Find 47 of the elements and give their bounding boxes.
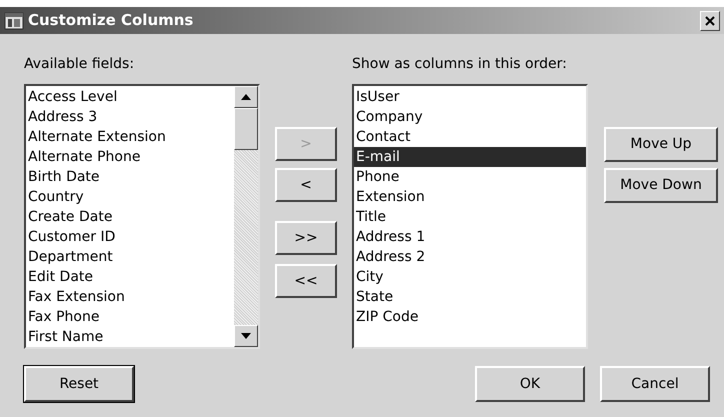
list-item[interactable]: City — [354, 267, 586, 287]
list-item[interactable]: First Name — [26, 327, 234, 347]
columns-list[interactable]: IsUser Company Contact E-mail Phone Extension Title Address 1 Address 2 City State ZIP Code — [352, 84, 588, 349]
list-item[interactable]: State — [354, 287, 586, 307]
list-item[interactable]: Alternate Extension — [26, 127, 234, 147]
down-arrow-icon — [241, 333, 251, 339]
list-item[interactable]: Edit Date — [26, 267, 234, 287]
scroll-down-button[interactable] — [234, 325, 258, 347]
list-item[interactable]: IsUser — [354, 87, 586, 107]
window-title: Customize Columns — [28, 10, 194, 32]
move-up-button[interactable]: Move Up — [604, 127, 718, 162]
list-item[interactable]: Address 1 — [354, 227, 586, 247]
list-item[interactable]: Fax Extension — [26, 287, 234, 307]
list-item[interactable]: Department — [26, 247, 234, 267]
list-item[interactable]: Country — [26, 187, 234, 207]
columns-order-label: Show as columns in this order: — [352, 55, 568, 74]
scroll-up-button[interactable] — [234, 86, 258, 108]
reset-button[interactable]: Reset — [24, 366, 134, 402]
cancel-button[interactable]: Cancel — [600, 366, 710, 402]
list-item[interactable]: Create Date — [26, 207, 234, 227]
close-icon — [705, 16, 715, 26]
transfer-button[interactable]: < — [275, 168, 337, 202]
available-fields-list[interactable]: Access Level Address 3 Alternate Extension Alternate Phone Birth Date Country Create Date Customer ID Department Edit Date Fax Extension Fax Phone First Name — [24, 84, 260, 349]
list-item[interactable]: Access Level — [26, 87, 234, 107]
available-fields-label: Available fields: — [24, 55, 136, 74]
list-item[interactable]: Alternate Phone — [26, 147, 234, 167]
list-item[interactable]: Title — [354, 207, 586, 227]
list-item[interactable]: Contact — [354, 127, 586, 147]
list-item[interactable]: E-mail — [354, 147, 586, 167]
list-item[interactable]: Address 2 — [354, 247, 586, 267]
list-item[interactable]: Phone — [354, 167, 586, 187]
list-item[interactable]: Extension — [354, 187, 586, 207]
transfer-button[interactable]: << — [275, 264, 337, 298]
window-icon — [4, 12, 24, 30]
move-down-button[interactable]: Move Down — [604, 168, 718, 203]
scrollbar[interactable] — [234, 86, 258, 347]
transfer-button[interactable]: >> — [275, 221, 337, 255]
ok-button[interactable]: OK — [475, 366, 585, 402]
list-item[interactable]: Fax Phone — [26, 307, 234, 327]
close-button[interactable] — [700, 10, 720, 30]
list-item[interactable]: Company — [354, 107, 586, 127]
list-item[interactable]: Birth Date — [26, 167, 234, 187]
list-item[interactable]: Customer ID — [26, 227, 234, 247]
scroll-thumb[interactable] — [234, 108, 258, 150]
list-item[interactable]: ZIP Code — [354, 307, 586, 327]
list-item[interactable]: Address 3 — [26, 107, 234, 127]
up-arrow-icon — [241, 94, 251, 100]
